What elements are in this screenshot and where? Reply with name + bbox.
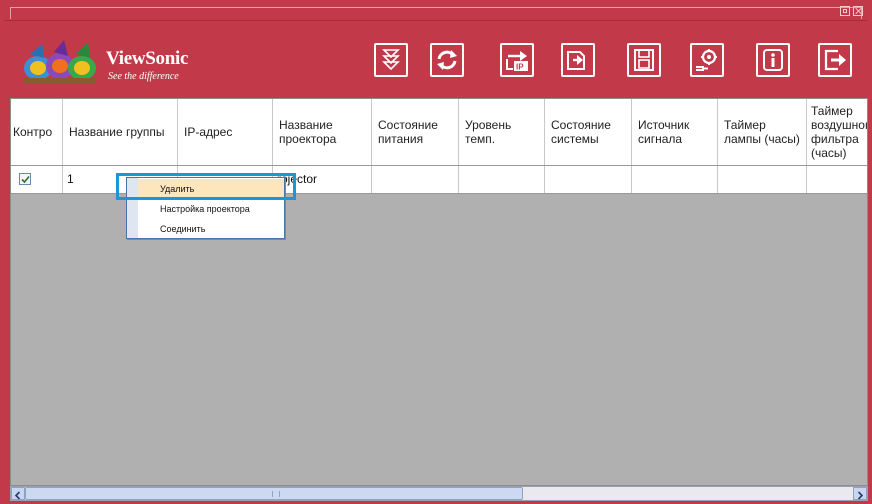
refresh-icon [437, 50, 457, 70]
settings-icon [696, 49, 717, 71]
ip-settings-icon: IP [506, 51, 528, 72]
column-header-ip[interactable]: IP-адрес [178, 99, 273, 165]
projector-table: Контро Название группы IP-адрес Название… [10, 98, 868, 486]
column-header-source[interactable]: Источник сигнала [632, 99, 718, 165]
download-button[interactable] [374, 43, 408, 77]
viewsonic-logo: ViewSonic See the difference [20, 38, 220, 84]
app-window: ViewSonic See the difference IP Контро Н… [0, 0, 872, 504]
scrollbar-grip-icon [272, 491, 280, 497]
restore-icon[interactable] [840, 6, 850, 16]
menu-item-projector-settings[interactable]: Настройка проектора [138, 199, 284, 219]
settings-button[interactable] [690, 43, 724, 77]
download-icon [382, 49, 400, 71]
import-icon [567, 51, 585, 70]
cell-temp[interactable] [459, 166, 545, 193]
svg-text:IP: IP [516, 63, 524, 72]
chevron-left-icon [14, 491, 21, 500]
title-bar-frame [10, 7, 862, 19]
checkmark-icon [21, 175, 30, 184]
chevron-right-icon [857, 491, 864, 500]
save-icon [634, 49, 654, 71]
exit-button[interactable] [818, 43, 852, 77]
column-header-filter[interactable]: Таймер воздушного фильтра (часы) [807, 99, 867, 165]
table-header: Контро Название группы IP-адрес Название… [11, 99, 867, 166]
cell-control[interactable] [11, 166, 63, 193]
horizontal-scrollbar[interactable] [10, 486, 868, 501]
column-header-system[interactable]: Состояние системы [545, 99, 632, 165]
save-button[interactable] [627, 43, 661, 77]
column-header-power[interactable]: Состояние питания [372, 99, 459, 165]
scroll-right-button[interactable] [853, 487, 867, 500]
import-button[interactable] [561, 43, 595, 77]
column-header-temp[interactable]: Уровень темп. [459, 99, 545, 165]
column-header-lamp[interactable]: Таймер лампы (часы) [718, 99, 807, 165]
info-icon [763, 49, 783, 71]
title-bar [4, 3, 868, 20]
header: ViewSonic See the difference IP [4, 20, 868, 96]
cell-filter[interactable] [807, 166, 867, 193]
birds-logo-icon [24, 40, 96, 83]
scrollbar-thumb[interactable] [25, 487, 523, 500]
cell-system[interactable] [545, 166, 632, 193]
ip-settings-button[interactable]: IP [500, 43, 534, 77]
column-header-projector[interactable]: Название проектора [273, 99, 372, 165]
cell-source[interactable] [632, 166, 718, 193]
column-header-group[interactable]: Название группы [63, 99, 178, 165]
brand-name: ViewSonic [106, 48, 189, 69]
brand-tagline: See the difference [108, 71, 179, 82]
close-icon[interactable] [853, 6, 863, 16]
refresh-button[interactable] [430, 43, 464, 77]
exit-icon [824, 49, 846, 71]
menu-item-connect[interactable]: Соединить [138, 219, 284, 239]
cell-power[interactable] [372, 166, 459, 193]
row-checkbox[interactable] [19, 173, 31, 185]
column-header-control[interactable]: Контро [11, 99, 63, 165]
scroll-left-button[interactable] [11, 487, 25, 500]
info-button[interactable] [756, 43, 790, 77]
cell-lamp[interactable] [718, 166, 807, 193]
selection-highlight [116, 173, 296, 200]
